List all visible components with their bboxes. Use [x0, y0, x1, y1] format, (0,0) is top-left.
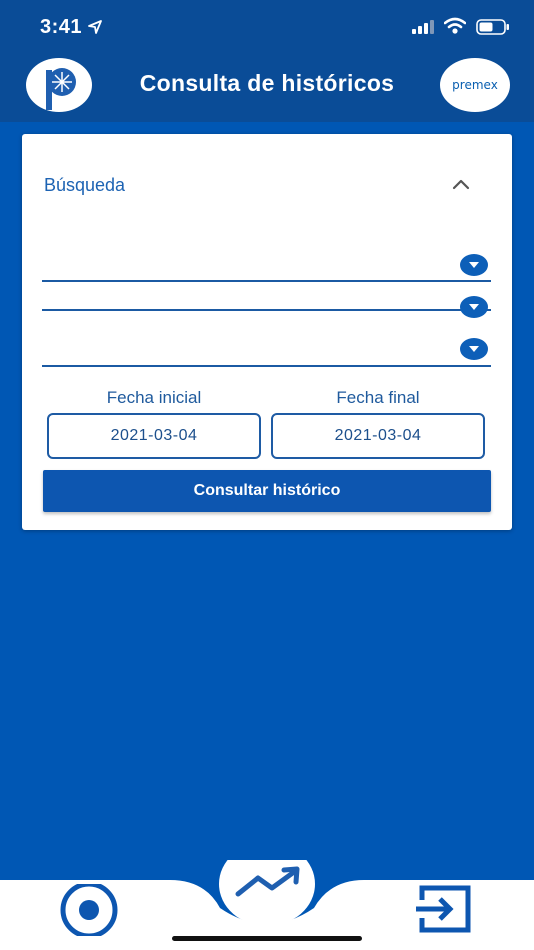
end-date-label: Fecha final — [336, 388, 420, 407]
start-date-label: Fecha inicial — [106, 388, 202, 407]
dropdown-arrow-icon[interactable] — [460, 254, 488, 276]
search-section-title[interactable]: Búsqueda — [44, 175, 125, 196]
consult-history-button[interactable]: Consultar histórico — [43, 470, 491, 512]
location-arrow-icon — [88, 20, 102, 34]
status-bar: 3:41 — [0, 0, 534, 56]
dropdown-underline — [42, 309, 491, 311]
brand-logo: premex — [440, 58, 510, 112]
search-card: Búsqueda Fecha inicial Fecha final 2021-… — [22, 134, 512, 530]
cellular-signal-icon — [412, 20, 434, 34]
exit-icon[interactable] — [414, 884, 474, 934]
status-time: 3:41 — [40, 16, 83, 38]
dropdown-underline — [42, 365, 491, 367]
dropdown-arrow-icon[interactable] — [460, 296, 488, 318]
dropdown-underline — [42, 280, 491, 282]
app-header: 3:41 Consulta de históricos premex — [0, 0, 534, 122]
record-icon[interactable] — [58, 884, 120, 936]
end-date-field[interactable]: 2021-03-04 — [271, 413, 485, 459]
start-date-field[interactable]: 2021-03-04 — [47, 413, 261, 459]
trend-icon[interactable] — [218, 860, 316, 920]
battery-icon — [476, 19, 509, 35]
chevron-up-icon[interactable] — [452, 178, 470, 190]
wifi-icon — [444, 17, 466, 34]
home-indicator — [172, 936, 362, 941]
dropdown-arrow-icon[interactable] — [460, 338, 488, 360]
